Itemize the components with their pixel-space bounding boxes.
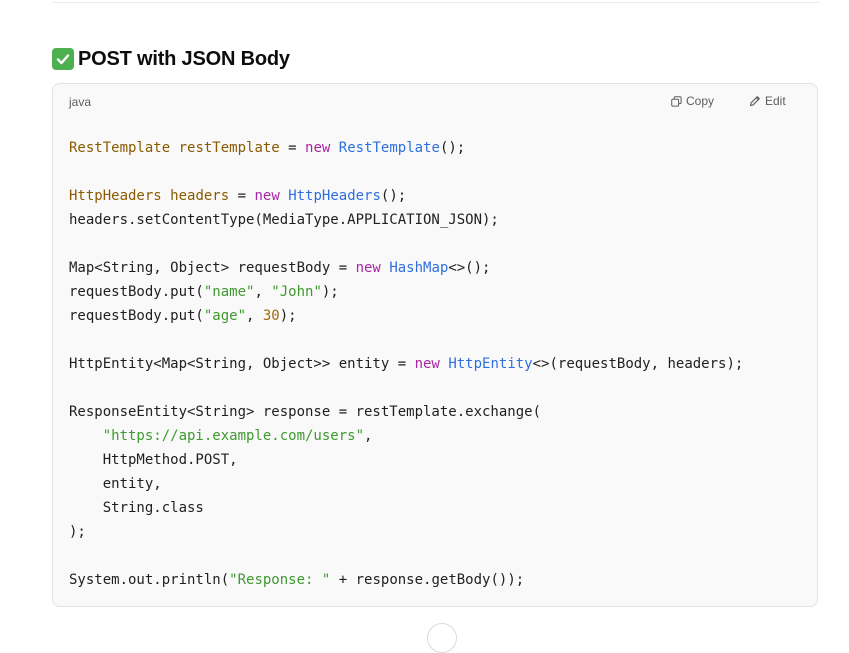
code-token: );	[69, 524, 86, 540]
code-token: entity,	[69, 476, 162, 492]
copy-icon	[671, 95, 682, 107]
code-line: "https://api.example.com/users",	[69, 424, 743, 448]
code-token: RestTemplate	[69, 140, 171, 156]
code-token: new	[414, 356, 440, 372]
code-line: HttpMethod.POST,	[69, 448, 743, 472]
edit-button-label: Edit	[765, 94, 786, 108]
code-line: HttpEntity<Map<String, Object>> entity =…	[69, 352, 743, 376]
section-title: POST with JSON Body	[78, 47, 290, 70]
code-token: );	[321, 284, 339, 300]
code-line: RestTemplate restTemplate = new RestTemp…	[69, 136, 743, 160]
code-token: + response.getBody());	[330, 572, 525, 588]
code-line: requestBody.put("name", "John");	[69, 280, 743, 304]
code-token: "https://api.example.com/users"	[102, 428, 365, 444]
scroll-down-button[interactable]	[427, 623, 457, 653]
code-line: ResponseEntity<String> response = restTe…	[69, 400, 743, 424]
code-token: new	[254, 188, 280, 204]
code-token: HttpHeaders	[288, 188, 381, 204]
check-mark-icon	[52, 48, 74, 70]
code-token: );	[279, 308, 297, 324]
code-language-label: java	[69, 95, 92, 109]
code-token: headers.setContentType(MediaType.APPLICA…	[69, 212, 499, 228]
code-token: ResponseEntity<String> response = restTe…	[69, 404, 542, 420]
code-token: =	[279, 140, 306, 156]
code-token: restTemplate	[178, 140, 280, 156]
code-block-header: java Copy Edit	[53, 84, 817, 120]
code-token: "Response: "	[229, 572, 331, 588]
code-token: <>();	[448, 260, 491, 276]
code-token: HttpMethod.POST,	[69, 452, 238, 468]
code-token: RestTemplate	[338, 140, 440, 156]
code-line: HttpHeaders headers = new HttpHeaders();	[69, 184, 743, 208]
code-token: ,	[254, 284, 272, 300]
section-heading: POST with JSON Body	[52, 45, 290, 73]
code-line: );	[69, 520, 743, 544]
copy-button-label: Copy	[686, 94, 715, 108]
code-token: new	[355, 260, 381, 276]
code-block: java Copy Edit RestTemplate restTemplate…	[52, 83, 818, 607]
code-token: String.class	[69, 500, 204, 516]
code-token: requestBody.put(	[69, 308, 204, 324]
code-token: HttpHeaders	[69, 188, 162, 204]
code-token: =	[229, 188, 255, 204]
code-token: HttpEntity	[448, 356, 533, 372]
code-token: System.out.println(	[69, 572, 230, 588]
code-token: ,	[364, 428, 373, 444]
pencil-icon	[749, 96, 760, 107]
code-token: <>(requestBody, headers);	[532, 356, 744, 372]
code-token: "name"	[203, 284, 255, 300]
code-line: System.out.println("Response: " + respon…	[69, 568, 743, 592]
code-token: new	[305, 140, 331, 156]
code-line: Map<String, Object> requestBody = new Ha…	[69, 256, 743, 280]
code-token: Map<String, Object> requestBody =	[69, 260, 356, 276]
code-token: "John"	[271, 284, 322, 300]
code-content: RestTemplate restTemplate = new RestTemp…	[69, 136, 743, 592]
code-token: requestBody.put(	[69, 284, 204, 300]
code-token: ();	[380, 188, 407, 204]
code-token: ();	[439, 140, 466, 156]
code-token: "age"	[203, 308, 247, 324]
code-token: HashMap	[389, 260, 449, 276]
code-token: HttpEntity<Map<String, Object>> entity =	[69, 356, 415, 372]
code-token: ,	[246, 308, 263, 324]
code-token: headers	[170, 188, 230, 204]
code-line: entity,	[69, 472, 743, 496]
code-line: headers.setContentType(MediaType.APPLICA…	[69, 208, 743, 232]
copy-button[interactable]: Copy	[671, 94, 714, 108]
code-line: String.class	[69, 496, 743, 520]
edit-button[interactable]: Edit	[749, 94, 786, 108]
code-token: 30	[262, 308, 280, 324]
code-line: requestBody.put("age", 30);	[69, 304, 743, 328]
divider	[52, 2, 820, 3]
